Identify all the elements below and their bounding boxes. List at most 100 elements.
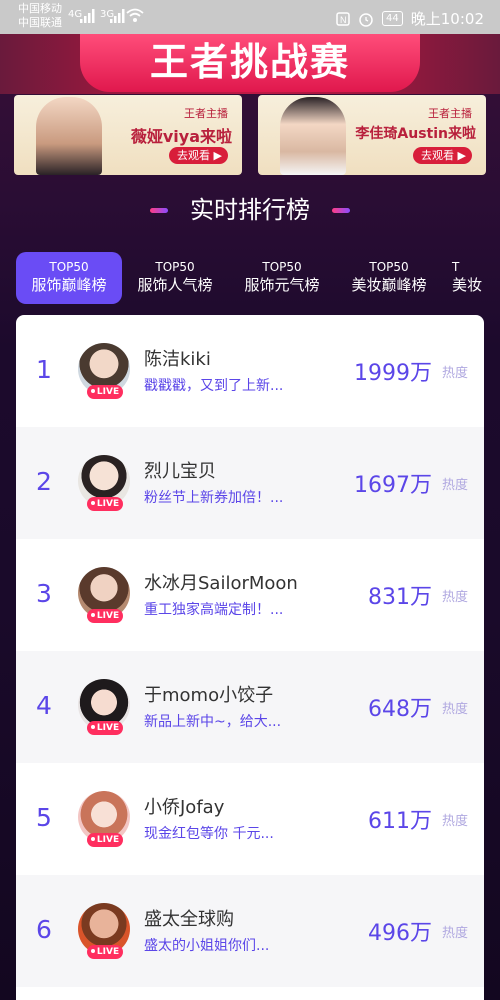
streamer-photo: [280, 97, 346, 175]
play-icon: ▶: [213, 149, 222, 162]
signal-icon-2: [110, 9, 125, 23]
ranking-row[interactable]: 5 LIVE 小侨Jofay 现金红包等你 千元... 611万 热度: [16, 763, 484, 875]
rank-number: 2: [36, 467, 52, 496]
streamer-desc: 盛太的小姐姐你们...: [144, 938, 270, 954]
watch-button[interactable]: 去观看 ▶: [413, 147, 472, 164]
clock: 晚上10:02: [410, 10, 484, 28]
tab-top: TOP50: [369, 260, 409, 274]
tab-top: T: [452, 260, 460, 274]
live-badge: LIVE: [87, 833, 123, 847]
tab-top: TOP50: [262, 260, 302, 274]
promo-name: 李佳琦Austin来啦: [355, 126, 476, 142]
ranking-row[interactable]: 6 LIVE 盛太全球购 盛太的小姐姐你们... 496万 热度: [16, 875, 484, 987]
heat-value: 1697万: [354, 473, 432, 498]
rank-number: 6: [36, 915, 52, 944]
streamer-desc: 戳戳戳，又到了上新...: [144, 378, 284, 394]
ranking-row[interactable]: 2 LIVE 烈儿宝贝 粉丝节上新券加倍！... 1697万 热度: [16, 427, 484, 539]
rank-number: 5: [36, 803, 52, 832]
heat-value: 648万: [368, 697, 432, 722]
tab-label: 美妆巅峰榜: [351, 276, 427, 294]
streamer-desc: 新品上新中~，给大...: [144, 714, 282, 730]
tab-top: TOP50: [155, 260, 195, 274]
ranking-list: 1 LIVE 陈洁kiki 戳戳戳，又到了上新... 1999万 热度 2 LI…: [16, 315, 484, 1000]
rank-number: 3: [36, 579, 52, 608]
heat-label: 热度: [441, 366, 468, 381]
tab-beauty-partial[interactable]: T 美妆: [442, 252, 500, 304]
carrier-2: 中国联通: [18, 16, 62, 29]
promo-card-viya[interactable]: 王者主播 薇娅viya来啦 去观看 ▶: [14, 95, 242, 175]
streamer-desc: 现金红包等你 千元...: [144, 826, 274, 842]
live-dot-icon: [90, 612, 95, 617]
ranking-row[interactable]: 1 LIVE 陈洁kiki 戳戳戳，又到了上新... 1999万 热度: [16, 315, 484, 427]
streamer-desc: 重工独家高端定制！...: [144, 602, 284, 618]
streamer-name: 盛太全球购: [144, 909, 234, 930]
live-dot-icon: [90, 948, 95, 953]
streamer-name: 小侨Jofay: [144, 797, 225, 818]
ranking-tabs: TOP50 服饰巅峰榜 TOP50 服饰人气榜 TOP50 服饰元气榜 TOP5…: [16, 252, 500, 304]
live-label: LIVE: [96, 947, 120, 957]
carrier-1: 中国移动: [18, 2, 62, 15]
promo-card-austin[interactable]: 王者主播 李佳琦Austin来啦 去观看 ▶: [258, 95, 486, 175]
live-dot-icon: [90, 500, 95, 505]
live-label: LIVE: [96, 499, 120, 509]
title-decoration-right: [332, 208, 350, 213]
carrier-info: 中国移动 中国联通: [18, 2, 62, 30]
live-badge: LIVE: [87, 609, 123, 623]
live-badge: LIVE: [87, 385, 123, 399]
tab-top: TOP50: [49, 260, 89, 274]
heat-label: 热度: [441, 478, 468, 493]
section-title: 实时排行榜: [190, 196, 310, 224]
promo-subtitle: 王者主播: [428, 107, 472, 120]
svg-text:N: N: [340, 15, 347, 25]
banner-title[interactable]: 王者挑战赛: [80, 34, 420, 92]
tab-label: 服饰人气榜: [137, 276, 213, 294]
promo-name: 薇娅viya来啦: [130, 127, 232, 146]
ranking-row[interactable]: 4 LIVE 于momo小饺子 新品上新中~，给大... 648万 热度: [16, 651, 484, 763]
play-icon: ▶: [457, 149, 466, 162]
tab-clothing-peak[interactable]: TOP50 服饰巅峰榜: [16, 252, 122, 304]
heat-label: 热度: [441, 814, 468, 829]
streamer-name: 水冰月SailorMoon: [144, 573, 298, 594]
status-bar: 中国移动 中国联通 4G 3G N 44 晚上10:02: [0, 0, 500, 34]
live-label: LIVE: [96, 835, 120, 845]
tab-label: 服饰元气榜: [244, 276, 320, 294]
promo-subtitle: 王者主播: [184, 107, 228, 120]
tab-beauty-peak[interactable]: TOP50 美妆巅峰榜: [336, 252, 442, 304]
streamer-name: 于momo小饺子: [144, 685, 274, 706]
live-dot-icon: [90, 724, 95, 729]
heat-label: 热度: [441, 926, 468, 941]
tab-clothing-popular[interactable]: TOP50 服饰人气榜: [122, 252, 228, 304]
heat-value: 496万: [368, 921, 432, 946]
tab-label: 服饰巅峰榜: [31, 276, 107, 294]
rank-number: 1: [36, 355, 52, 384]
heat-label: 热度: [441, 702, 468, 717]
heat-label: 热度: [441, 590, 468, 605]
streamer-name: 陈洁kiki: [144, 349, 211, 370]
live-label: LIVE: [96, 723, 120, 733]
live-label: LIVE: [96, 387, 120, 397]
watch-button-label: 去观看: [421, 149, 455, 162]
live-badge: LIVE: [87, 497, 123, 511]
nfc-icon: N: [336, 11, 350, 26]
wifi-icon: [126, 8, 144, 22]
live-dot-icon: [90, 836, 95, 841]
alarm-icon: [359, 12, 373, 27]
live-dot-icon: [90, 388, 95, 393]
live-label: LIVE: [96, 611, 120, 621]
rank-number: 4: [36, 691, 52, 720]
heat-value: 831万: [368, 585, 432, 610]
ranking-row[interactable]: 3 LIVE 水冰月SailorMoon 重工独家高端定制！... 831万 热…: [16, 539, 484, 651]
status-right: N 44 晚上10:02: [336, 8, 484, 29]
streamer-photo: [36, 97, 102, 175]
watch-button-label: 去观看: [177, 149, 211, 162]
tab-label: 美妆: [452, 276, 483, 294]
signal-icon: [80, 9, 95, 23]
heat-value: 1999万: [354, 361, 432, 386]
streamer-desc: 粉丝节上新券加倍！...: [144, 490, 284, 506]
streamer-name: 烈儿宝贝: [144, 461, 216, 482]
live-badge: LIVE: [87, 945, 123, 959]
watch-button[interactable]: 去观看 ▶: [169, 147, 228, 164]
heat-value: 611万: [368, 809, 432, 834]
live-badge: LIVE: [87, 721, 123, 735]
tab-clothing-vitality[interactable]: TOP50 服饰元气榜: [229, 252, 335, 304]
